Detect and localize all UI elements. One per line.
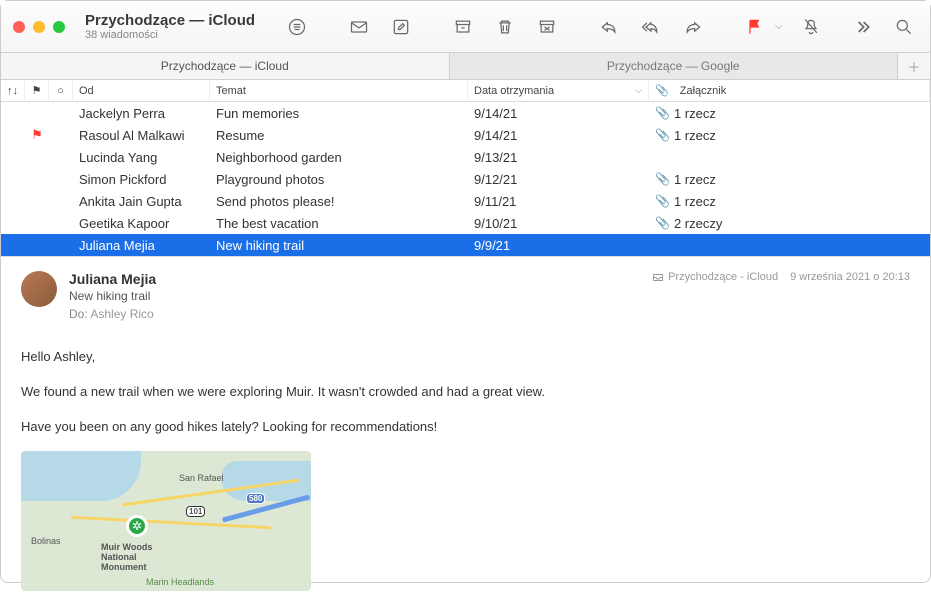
mailbox-tabs: Przychodzące — iCloud Przychodzące — Goo…	[1, 53, 930, 80]
junk-icon[interactable]	[533, 13, 561, 41]
preview-pane: Juliana Mejia New hiking trail Do: Ashle…	[1, 256, 930, 605]
body-paragraph: Have you been on any good hikes lately? …	[21, 417, 910, 438]
flag-icon[interactable]	[741, 13, 769, 41]
paperclip-icon: 📎	[655, 106, 670, 120]
tab-label: Przychodzące — iCloud	[161, 59, 289, 73]
row-from: Simon Pickford	[73, 172, 210, 187]
preview-timestamp: 9 września 2021 o 20:13	[790, 271, 910, 283]
route-shield: 101	[186, 506, 205, 517]
minimize-window[interactable]	[33, 21, 45, 33]
window-title: Przychodzące — iCloud	[85, 12, 255, 29]
row-date: 9/9/21	[468, 238, 649, 253]
map-label: Muir Woods National Monument	[101, 543, 171, 573]
message-row[interactable]: Geetika KapoorThe best vacation9/10/21📎2…	[1, 212, 930, 234]
trash-icon[interactable]	[491, 13, 519, 41]
paperclip-icon: 📎	[655, 128, 670, 142]
message-row[interactable]: Ankita Jain GuptaSend photos please!9/11…	[1, 190, 930, 212]
row-from: Rasoul Al Malkawi	[73, 128, 210, 143]
search-icon[interactable]	[890, 13, 918, 41]
row-from: Jackelyn Perra	[73, 106, 210, 121]
titlebar: Przychodzące — iCloud 38 wiadomości ⌵	[1, 1, 930, 53]
map-label: San Rafael	[179, 473, 224, 483]
row-subject: New hiking trail	[210, 238, 468, 253]
row-subject: Send photos please!	[210, 194, 468, 209]
zoom-window[interactable]	[53, 21, 65, 33]
map-attachment[interactable]: San Rafael Bolinas Muir Woods National M…	[21, 451, 311, 591]
row-date: 9/12/21	[468, 172, 649, 187]
overflow-icon[interactable]	[848, 13, 876, 41]
map-label: Marin Headlands	[146, 577, 214, 587]
row-date: 9/14/21	[468, 106, 649, 121]
row-from: Juliana Mejia	[73, 238, 210, 253]
sort-header[interactable]: ↑↓	[1, 80, 25, 101]
tab-icloud[interactable]: Przychodzące — iCloud	[1, 53, 450, 79]
row-from: Lucinda Yang	[73, 150, 210, 165]
map-pin-icon: ✲	[126, 515, 148, 537]
message-count: 38 wiadomości	[85, 29, 255, 41]
row-attachment: 📎1 rzecz	[649, 128, 930, 143]
row-date: 9/13/21	[468, 150, 649, 165]
row-subject: Neighborhood garden	[210, 150, 468, 165]
message-row[interactable]: Jackelyn PerraFun memories9/14/21📎1 rzec…	[1, 102, 930, 124]
map-label: Bolinas	[31, 536, 61, 546]
row-from: Geetika Kapoor	[73, 216, 210, 231]
row-date: 9/10/21	[468, 216, 649, 231]
preview-from: Juliana Mejia	[69, 271, 640, 287]
message-list: Jackelyn PerraFun memories9/14/21📎1 rzec…	[1, 102, 930, 256]
row-attachment: 📎2 rzeczy	[649, 216, 930, 231]
paperclip-icon: 📎	[655, 194, 670, 208]
read-header[interactable]: ○	[49, 80, 73, 101]
message-row[interactable]: Simon PickfordPlayground photos9/12/21📎1…	[1, 168, 930, 190]
preview-inbox[interactable]: Przychodzące - iCloud	[652, 271, 778, 283]
add-tab-button[interactable]: ＋	[898, 53, 930, 79]
reply-all-icon[interactable]	[637, 13, 665, 41]
flag-menu-chevron[interactable]: ⌵	[775, 21, 783, 32]
compose-icon[interactable]	[387, 13, 415, 41]
paperclip-icon: 📎	[655, 172, 670, 186]
archive-icon[interactable]	[449, 13, 477, 41]
route-shield: 580	[246, 493, 265, 504]
close-window[interactable]	[13, 21, 25, 33]
row-subject: Fun memories	[210, 106, 468, 121]
preview-subject: New hiking trail	[69, 289, 640, 303]
toolbar: ⌵	[283, 13, 918, 41]
body-paragraph: Hello Ashley,	[21, 347, 910, 368]
subject-header[interactable]: Temat	[210, 80, 468, 101]
attachment-header[interactable]: 📎 Załącznik	[649, 80, 930, 101]
date-header[interactable]: Data otrzymania⌵	[468, 80, 649, 101]
tab-google[interactable]: Przychodzące — Google	[450, 53, 899, 79]
row-attachment: 📎1 rzecz	[649, 172, 930, 187]
message-row[interactable]: Juliana MejiaNew hiking trail9/9/21	[1, 234, 930, 256]
preview-body: Hello Ashley, We found a new trail when w…	[21, 347, 910, 437]
avatar	[21, 271, 57, 307]
row-date: 9/11/21	[468, 194, 649, 209]
message-row[interactable]: ⚑ Rasoul Al MalkawiResume9/14/21📎1 rzecz	[1, 124, 930, 146]
flag-icon: ⚑	[31, 127, 43, 142]
filter-icon[interactable]	[283, 13, 311, 41]
row-subject: Playground photos	[210, 172, 468, 187]
row-attachment: 📎1 rzecz	[649, 106, 930, 121]
row-subject: The best vacation	[210, 216, 468, 231]
from-header[interactable]: Od	[73, 80, 210, 101]
row-date: 9/14/21	[468, 128, 649, 143]
mute-icon[interactable]	[797, 13, 825, 41]
message-row[interactable]: Lucinda YangNeighborhood garden9/13/21	[1, 146, 930, 168]
preview-to: Do: Ashley Rico	[69, 307, 640, 321]
row-subject: Resume	[210, 128, 468, 143]
envelope-icon[interactable]	[345, 13, 373, 41]
reply-icon[interactable]	[595, 13, 623, 41]
tab-label: Przychodzące — Google	[607, 59, 740, 73]
window-controls	[13, 21, 65, 33]
forward-icon[interactable]	[679, 13, 707, 41]
flag-header[interactable]: ⚑	[25, 80, 49, 101]
row-from: Ankita Jain Gupta	[73, 194, 210, 209]
paperclip-icon: 📎	[655, 216, 670, 230]
row-attachment: 📎1 rzecz	[649, 194, 930, 209]
column-headers: ↑↓ ⚑ ○ Od Temat Data otrzymania⌵ 📎 Załąc…	[1, 80, 930, 102]
body-paragraph: We found a new trail when we were explor…	[21, 382, 910, 403]
title-block: Przychodzące — iCloud 38 wiadomości	[85, 12, 255, 41]
